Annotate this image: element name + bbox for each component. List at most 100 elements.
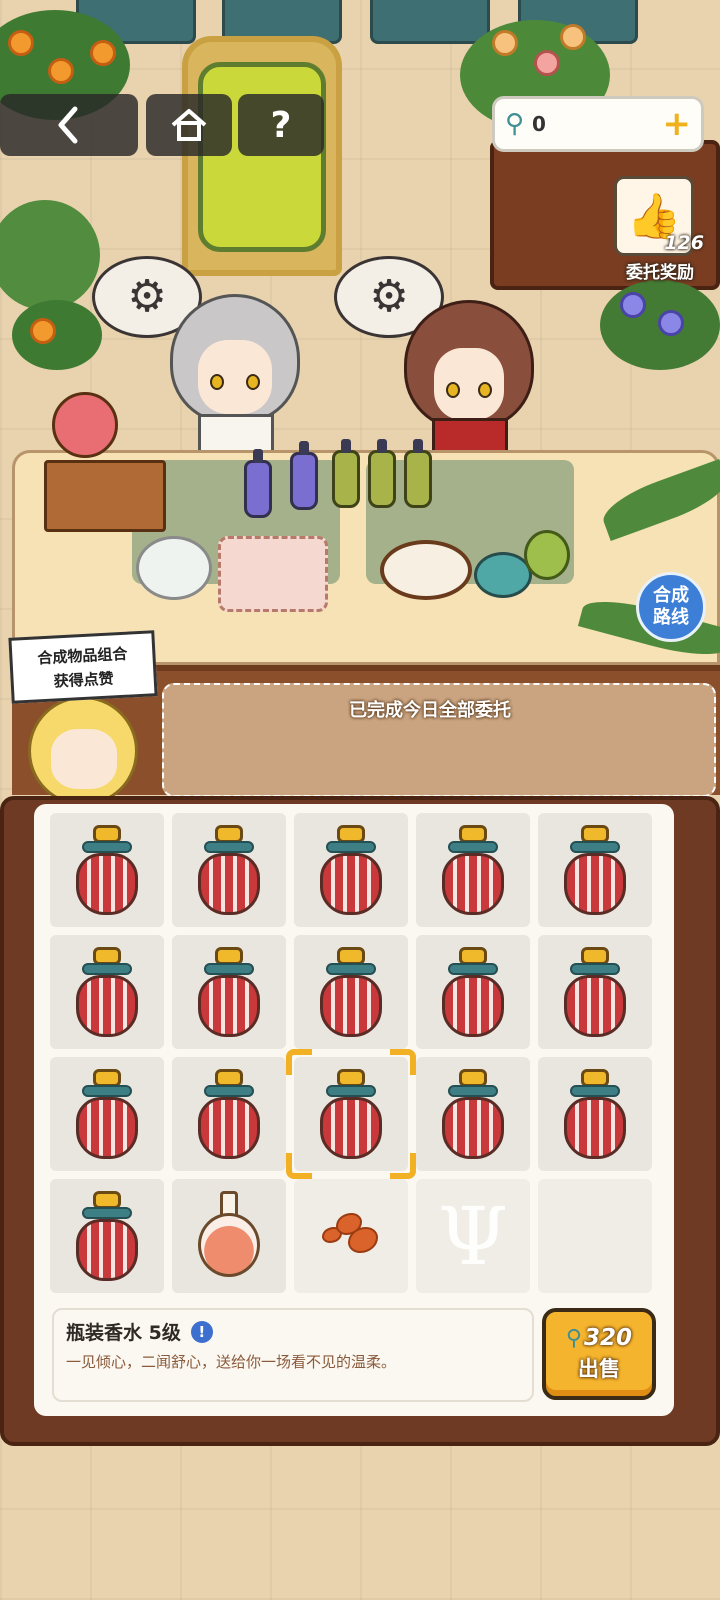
inventory-slot[interactable] <box>50 813 164 927</box>
inventory-slot[interactable] <box>416 813 530 927</box>
olive-bottle <box>404 439 432 508</box>
eye <box>246 374 260 390</box>
synthesis-route-label-1: 合成 <box>653 585 689 606</box>
pipette-currency: ⚲ 0 + <box>492 96 704 152</box>
inventory-slot[interactable]: Ψ <box>416 1179 530 1293</box>
inventory-slot[interactable] <box>416 935 530 1049</box>
synthesis-route-button[interactable]: 合成 路线 <box>636 572 706 642</box>
back-button[interactable] <box>0 94 138 156</box>
orange-flower <box>90 40 116 66</box>
bottled-perfume-icon <box>72 1069 142 1161</box>
inventory-slot[interactable] <box>50 1179 164 1293</box>
sell-label: 出售 <box>578 1357 620 1381</box>
olive-bottle <box>368 439 396 508</box>
inventory-slot[interactable] <box>538 935 652 1049</box>
eye <box>478 382 492 398</box>
wall-cabinet <box>370 0 490 44</box>
bottled-perfume-icon <box>72 825 142 917</box>
sell-price: ⚲320 <box>566 1325 632 1351</box>
bottled-perfume-icon <box>194 947 264 1039</box>
cream-bowl <box>380 540 472 600</box>
item-description: 一见倾心，二闻舒心，送给你一场看不见的温柔。 <box>66 1353 397 1371</box>
inventory-slot[interactable] <box>416 1057 530 1171</box>
info-icon[interactable]: ! <box>190 1320 213 1343</box>
peach-rose <box>492 30 518 56</box>
bottled-perfume-icon <box>72 1191 142 1283</box>
glass-bowl <box>136 536 212 600</box>
bottled-perfume-icon <box>194 1069 264 1161</box>
add-currency-button[interactable]: + <box>663 104 692 144</box>
mascot-character <box>28 696 138 806</box>
inventory-slot[interactable] <box>172 1179 286 1293</box>
pipette-icon: ⚲ <box>505 109 525 139</box>
inventory-slot[interactable] <box>538 1179 652 1293</box>
orange-flower <box>30 318 56 344</box>
commission-reward-label: 委托奖励 <box>626 263 694 283</box>
eye <box>446 382 460 398</box>
inventory-grid: Ψ <box>50 813 660 1293</box>
sell-button[interactable]: ⚲320 出售 <box>542 1308 656 1400</box>
inventory-slot[interactable] <box>172 1057 286 1171</box>
currency-amount: 0 <box>532 112 546 136</box>
help-button[interactable]: ? <box>238 94 324 156</box>
all-commissions-complete-text: 已完成今日全部委托 <box>349 700 511 721</box>
item-info-box: 瓶装香水 5级 ! 一见倾心，二闻舒心，送给你一场看不见的温柔。 <box>52 1308 534 1402</box>
inventory-slot[interactable] <box>538 1057 652 1171</box>
petals-icon <box>322 1213 382 1259</box>
synthesis-route-label-2: 路线 <box>653 607 689 628</box>
help-icon: ? <box>270 104 292 146</box>
tip-sign: 合成物品组合 获得点赞 <box>8 630 158 704</box>
bottled-perfume-icon <box>560 825 630 917</box>
flower-bush <box>12 300 102 370</box>
bottled-perfume-icon <box>560 947 630 1039</box>
chair-cushion <box>198 62 326 252</box>
face <box>434 348 504 420</box>
bottled-perfume-icon <box>438 1069 508 1161</box>
orange-flower <box>8 30 34 56</box>
alchemy-stand <box>44 460 166 532</box>
assistant-character <box>404 300 534 456</box>
bottled-perfume-icon <box>438 825 508 917</box>
home-icon <box>171 109 207 141</box>
bottled-perfume-icon <box>560 1069 630 1161</box>
home-button[interactable] <box>146 94 232 156</box>
doily-with-petals <box>218 536 328 612</box>
gear-icon: ⚙ <box>369 271 409 322</box>
bottled-perfume-icon <box>316 1069 386 1161</box>
bottled-perfume-icon <box>194 825 264 917</box>
inventory-slot[interactable] <box>50 1057 164 1171</box>
pipette-icon: ⚲ <box>565 1326 583 1351</box>
leafy-plant <box>0 200 100 310</box>
inventory-slot[interactable] <box>294 1179 408 1293</box>
inventory-slot[interactable] <box>294 935 408 1049</box>
purple-bottle <box>244 449 272 518</box>
chevron-left-icon <box>58 106 78 144</box>
eye <box>210 374 224 390</box>
item-name: 瓶装香水 5级 <box>66 1322 181 1344</box>
sell-price-value: 320 <box>584 1325 633 1351</box>
blue-flower <box>620 292 646 318</box>
inventory-slot[interactable] <box>294 813 408 927</box>
gear-icon: ⚙ <box>127 271 167 322</box>
inventory-slot-selected[interactable] <box>286 1049 416 1179</box>
green-jar <box>524 530 570 580</box>
psi-placeholder-icon: Ψ <box>437 1189 509 1283</box>
commission-reward-count: 126 <box>664 232 704 254</box>
lab-coat <box>198 414 274 454</box>
bottled-perfume-icon <box>316 947 386 1039</box>
bottled-perfume-icon <box>316 825 386 917</box>
blue-flower <box>658 310 684 336</box>
inventory-slot[interactable] <box>50 935 164 1049</box>
peach-rose <box>560 24 586 50</box>
face <box>198 340 272 414</box>
inventory-slot[interactable] <box>172 935 286 1049</box>
flower-flask-icon <box>196 1191 262 1283</box>
purple-bottle <box>290 441 318 510</box>
round-flask <box>52 392 118 458</box>
olive-bottle <box>332 439 360 508</box>
alchemist-character <box>170 294 300 454</box>
chair <box>182 36 342 276</box>
peach-rose <box>534 50 560 76</box>
inventory-slot[interactable] <box>538 813 652 927</box>
inventory-slot[interactable] <box>172 813 286 927</box>
